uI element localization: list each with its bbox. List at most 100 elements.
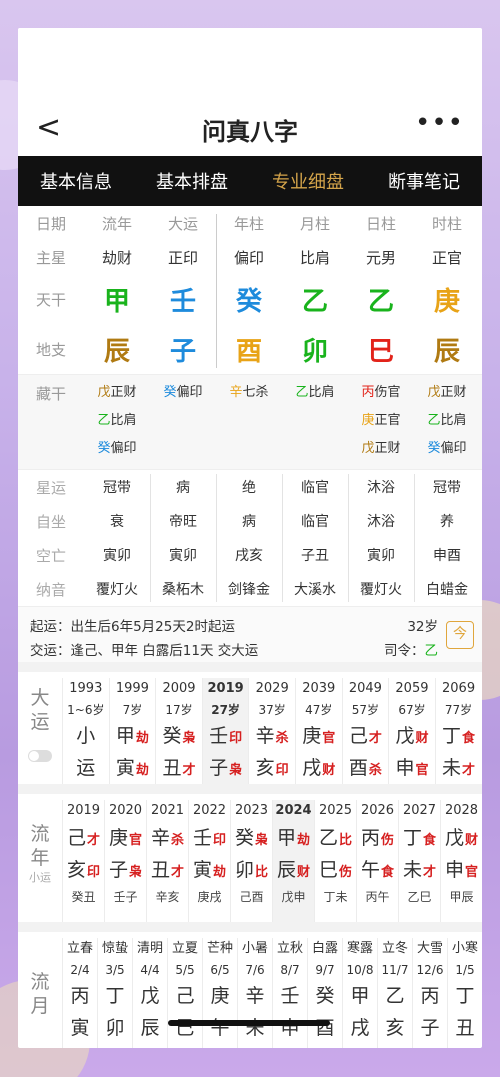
ganzhi-char: 丑 — [150, 859, 170, 881]
ganzhi-cell: 戊 — [133, 980, 167, 1012]
header-label: 日期 — [35, 214, 66, 233]
ganzhi-char: 卯 — [234, 859, 254, 881]
zizuo-cell: 沐浴 — [367, 514, 395, 530]
ganzhi-cell: 丙伤 — [357, 822, 398, 854]
ganzhi-char: 丁 — [455, 985, 475, 1007]
liuyue-date: 5/5 — [175, 963, 195, 977]
liunian-label-text: 流年 — [30, 823, 50, 869]
zizuo-cell: 衰 — [110, 514, 124, 530]
nayin-cell: 剑锋金 — [228, 582, 270, 598]
ganzhi-cell: 寅 — [63, 1012, 97, 1044]
ganzhi-cell: 乙 — [378, 980, 412, 1012]
liuyue-jieqi: 小寒 — [451, 941, 478, 956]
liuyue-column[interactable]: 小寒 1/5 丁丑 — [447, 938, 482, 1048]
ganzhi-cell: 癸 — [308, 980, 342, 1012]
canggan-shishen: 偏印 — [110, 441, 137, 456]
shishen-tag: 杀 — [275, 731, 289, 746]
shishen-tag: 劫 — [213, 865, 227, 880]
xingyun-cell: 沐浴 — [367, 480, 395, 496]
liuyue-column[interactable]: 清明 4/4 戊辰 — [132, 938, 167, 1048]
liunian-column[interactable]: 2022 壬印 寅劫 庚戌 — [188, 800, 230, 924]
dayun-column[interactable]: 2019 27岁 壬印 子枭 — [201, 678, 249, 788]
liunian-column[interactable]: 2026 丙伤 午食 丙午 — [356, 800, 398, 924]
canggan-shishen: 偏印 — [176, 385, 203, 400]
ganzhi-cell: 丁 — [448, 980, 482, 1012]
tab-basic-info[interactable]: 基本信息 — [40, 168, 112, 194]
ganzhi-cell: 小 — [63, 720, 109, 752]
today-calendar-icon[interactable]: 今 — [446, 621, 474, 649]
ganzhi-char: 辰 — [276, 859, 296, 881]
dayun-column[interactable]: 2029 37岁 辛杀 亥印 — [248, 678, 295, 788]
ganzhi-cell: 辛杀 — [249, 720, 295, 752]
ganzhi-cell: 戊财 — [441, 822, 482, 854]
dayun-column[interactable]: 2059 67岁 戊财 申官 — [388, 678, 435, 788]
liuyue-column[interactable]: 寒露 10/8 甲戌 — [342, 938, 377, 1048]
zhuxing-row: 主星 劫财 正印 偏印 比肩 元男 正官 — [18, 240, 482, 274]
liunian-column[interactable]: 2019 己才 亥印 癸丑 — [62, 800, 104, 924]
liunian-column[interactable]: 2028 戊财 申官 甲辰 — [440, 800, 482, 924]
dayun-year: 2039 — [302, 681, 336, 696]
canggan-col: 癸偏印 — [150, 379, 216, 463]
dayun-year: 2009 — [162, 681, 196, 696]
dayun-year: 2049 — [348, 681, 382, 696]
ganzhi-char: 戊 — [140, 985, 160, 1007]
canggan-item: 乙比肩 — [414, 407, 480, 435]
ganzhi-cell: 甲劫 — [273, 822, 314, 854]
ganzhi-char: 癸 — [162, 725, 182, 747]
dayun-column[interactable]: 2049 57岁 己才 酉杀 — [341, 678, 389, 788]
liuyue-column[interactable]: 惊蛰 3/5 丁卯 — [97, 938, 132, 1048]
shishen-tag: 比 — [339, 833, 353, 848]
tab-basic-chart[interactable]: 基本排盘 — [156, 168, 228, 194]
liuyue-column[interactable]: 大雪 12/6 丙子 — [412, 938, 447, 1048]
ganzhi-char: 庚 — [302, 725, 322, 747]
liuyue-column[interactable]: 立秋 8/7 壬申 — [272, 938, 307, 1048]
xingyun-label: 星运 — [35, 478, 66, 497]
tab-notes[interactable]: 断事笔记 — [388, 168, 460, 194]
dayun-column[interactable]: 2009 17岁 癸枭 丑才 — [155, 678, 202, 788]
liunian-column[interactable]: 2021 辛杀 丑才 辛亥 — [146, 800, 188, 924]
liuyue-column[interactable]: 芒种 6/5 庚午 — [202, 938, 237, 1048]
canggan-gan: 庚 — [361, 413, 375, 428]
liunian-column[interactable]: 2027 丁食 未才 乙巳 — [398, 800, 440, 924]
liunian-column[interactable]: 2025 乙比 巳伤 丁未 — [314, 800, 356, 924]
xiaoyun-ganzhi: 庚戌 — [197, 890, 222, 904]
shishen-tag: 劫 — [297, 833, 311, 848]
shishen-tag: 才 — [182, 763, 196, 778]
dayun-column[interactable]: 1999 7岁 甲劫 寅劫 — [108, 678, 156, 788]
canggan-col: 戊正财 乙比肩 癸偏印 — [84, 379, 150, 463]
liuyue-date: 10/8 — [346, 963, 374, 977]
liunian-year: 2019 — [66, 803, 101, 818]
liunian-year: 2022 — [192, 803, 227, 818]
ganzhi-char: 申 — [444, 859, 464, 881]
zizuo-cell: 帝旺 — [169, 514, 197, 530]
liuyue-date: 3/5 — [105, 963, 125, 977]
nayin-cell: 覆灯火 — [360, 582, 402, 598]
more-icon[interactable]: ••• — [415, 108, 464, 138]
canggan-shishen: 正官 — [374, 413, 401, 428]
ganzhi-char: 亥 — [255, 757, 275, 779]
ganzhi-cell: 庚官 — [296, 720, 342, 752]
ganzhi-char: 卯 — [105, 1017, 125, 1039]
ganzhi-char: 癸 — [315, 985, 335, 1007]
header-cell: 时柱 — [431, 214, 462, 233]
liunian-column[interactable]: 2024 甲劫 辰财 戊申 — [272, 800, 314, 924]
tab-professional[interactable]: 专业细盘 — [272, 168, 344, 194]
dayun-toggle[interactable] — [28, 750, 52, 762]
liunian-column[interactable]: 2023 癸枭 卯比 己酉 — [230, 800, 272, 924]
dayun-column[interactable]: 1993 1~6岁小运 — [62, 678, 109, 788]
liunian-column[interactable]: 2020 庚官 子枭 壬子 — [104, 800, 146, 924]
liuyue-jieqi: 立冬 — [381, 941, 408, 956]
dayun-column[interactable]: 2069 77岁 丁食 未才 — [434, 678, 482, 788]
liuyue-column[interactable]: 白露 9/7 癸酉 — [307, 938, 342, 1048]
dayun-column[interactable]: 2039 47岁 庚官 戌财 — [294, 678, 342, 788]
ganzhi-cell: 己才 — [343, 720, 389, 752]
canggan-shishen: 伤官 — [374, 385, 401, 400]
liuyue-column[interactable]: 小暑 7/6 辛未 — [237, 938, 272, 1048]
liuyue-column[interactable]: 立夏 5/5 己巳 — [167, 938, 202, 1048]
shishen-tag: 印 — [229, 731, 243, 746]
liuyue-column[interactable]: 立冬 11/7 乙亥 — [377, 938, 412, 1048]
ganzhi-char: 丑 — [455, 1017, 475, 1039]
grid-divider — [216, 214, 217, 368]
shishen-tag: 伤 — [381, 833, 395, 848]
liuyue-column[interactable]: 立春 2/4 丙寅 — [62, 938, 97, 1048]
